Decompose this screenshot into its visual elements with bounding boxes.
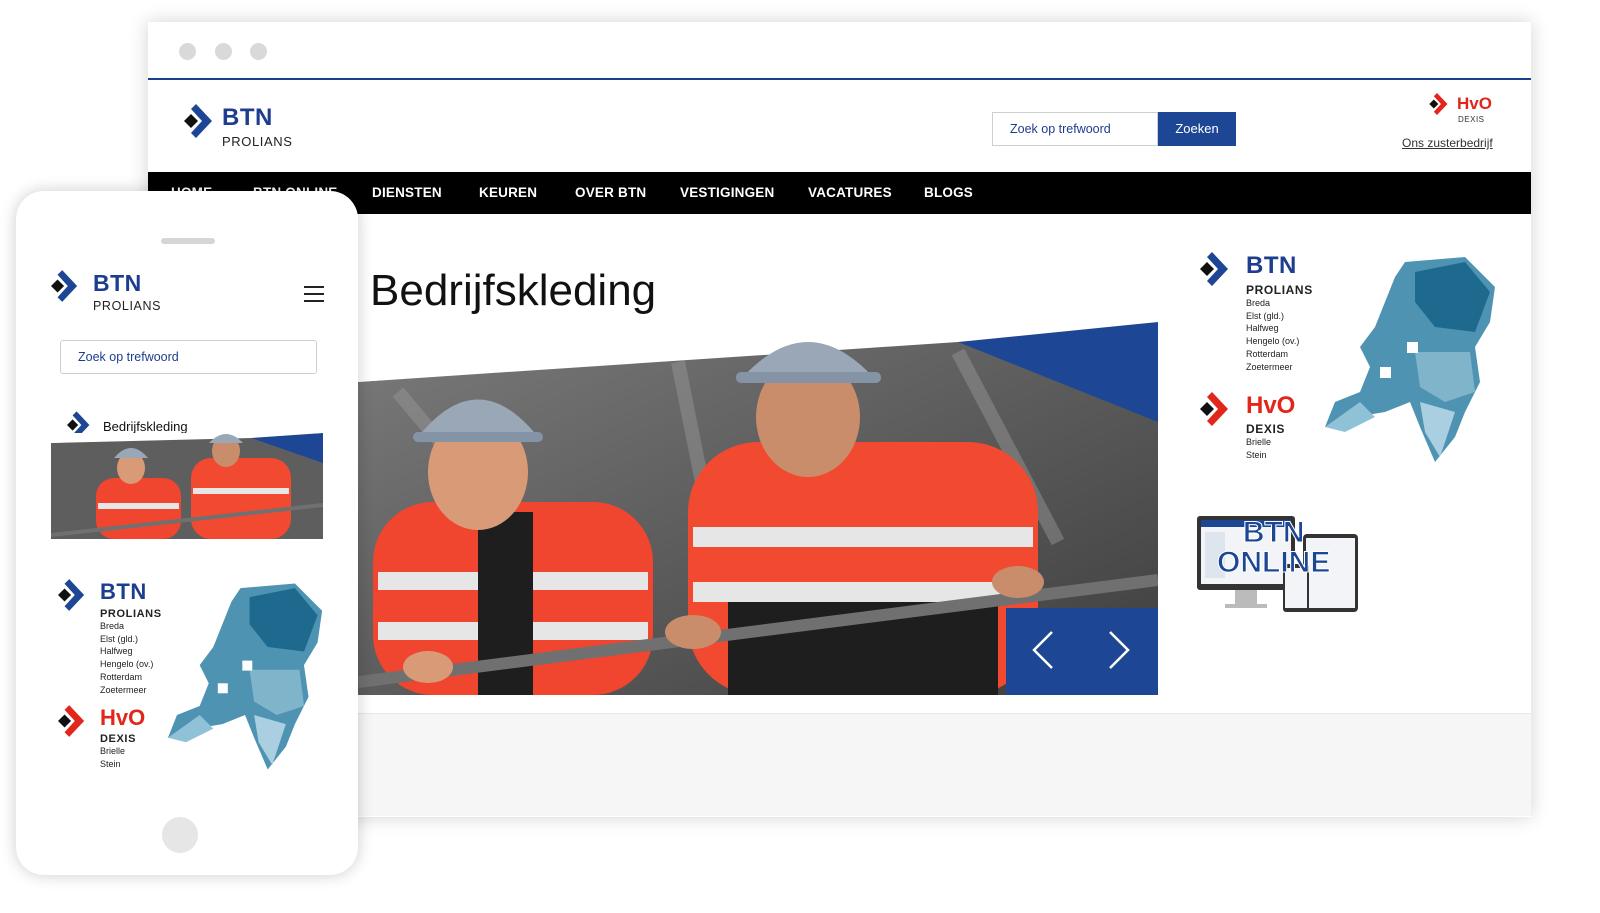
location-item: Brielle <box>100 746 126 756</box>
mobile-map-hvo-name: HvO <box>100 705 146 730</box>
map-hvo-sub: DEXIS <box>1246 422 1286 436</box>
location-item: Zoetermeer <box>1246 361 1293 372</box>
btn-chevron-logo-icon <box>58 579 85 611</box>
nav-item-vestigingen[interactable]: VESTIGINGEN <box>680 185 774 200</box>
nav-item-over-btn[interactable]: OVER BTN <box>575 185 646 200</box>
site-header: BTN PROLIANS Zoek op trefwoord Zoeken Hv… <box>148 80 1531 172</box>
mobile-map-btn-sub: PROLIANS <box>100 608 162 620</box>
chevron-right-icon[interactable] <box>1108 630 1130 670</box>
mobile-logo-brand-sub: PROLIANS <box>93 299 162 313</box>
location-item: Hengelo (ov.) <box>100 659 154 670</box>
logo-brand-sub: PROLIANS <box>222 134 293 149</box>
btn-chevron-logo-icon <box>1200 252 1228 286</box>
map-hvo-name: HvO <box>1246 392 1296 419</box>
nav-item-blogs[interactable]: BLOGS <box>924 185 973 200</box>
chevron-left-icon[interactable] <box>1032 630 1054 670</box>
btn-chevron-logo-icon <box>184 104 212 138</box>
btn-online-line2: ONLINE <box>1216 546 1331 579</box>
search-button[interactable]: Zoeken <box>1158 112 1236 146</box>
logo-brand-name: BTN <box>222 104 273 131</box>
mobile-phone-mockup: BTN PROLIANS Zoek op trefwoord Bedrijfsk… <box>16 191 358 875</box>
btn-online-label: BTN ONLINE <box>1216 516 1331 579</box>
window-close-dot[interactable] <box>179 43 196 60</box>
location-item: Elst (gld.) <box>100 633 139 644</box>
location-item: Stein <box>100 758 121 769</box>
sister-company-link[interactable]: Ons zusterbedrijf <box>1402 136 1493 150</box>
mobile-search-input[interactable]: Zoek op trefwoord <box>60 340 317 374</box>
page-title: Bedrijfskleding <box>370 266 657 315</box>
btn-online-promo[interactable]: BTN ONLINE <box>1195 514 1360 619</box>
carousel-controls <box>1006 608 1158 695</box>
map-btn-branch: BTN PROLIANS Breda Elst (gld.) Halfweg H… <box>1200 252 1313 373</box>
location-item: Elst (gld.) <box>1246 310 1285 321</box>
browser-chrome <box>148 22 1531 80</box>
location-item: Rotterdam <box>100 671 143 682</box>
location-item: Zoetermeer <box>100 684 147 695</box>
mobile-page-title: Bedrijfskleding <box>103 419 188 434</box>
locations-map-promo[interactable]: BTN PROLIANS Breda Elst (gld.) Halfweg H… <box>1200 252 1500 482</box>
mobile-hero-image-workers <box>51 433 323 539</box>
netherlands-map-icon <box>167 583 323 770</box>
location-item: Halfweg <box>100 646 133 657</box>
location-item: Breda <box>100 621 125 631</box>
map-btn-sub: PROLIANS <box>1246 283 1313 297</box>
location-item: Hengelo (ov.) <box>1246 336 1300 347</box>
window-maximize-dot[interactable] <box>250 43 267 60</box>
nav-item-keuren[interactable]: KEUREN <box>479 185 537 200</box>
hvo-brand-name: HvO <box>1457 94 1492 113</box>
hvo-chevron-logo-icon <box>58 705 85 737</box>
search-input[interactable]: Zoek op trefwoord <box>992 112 1158 146</box>
nav-item-vacatures[interactable]: VACATURES <box>808 185 892 200</box>
mobile-map-hvo-sub: DEXIS <box>100 733 137 745</box>
hvo-dexis-logo[interactable]: HvO DEXIS <box>1428 93 1492 124</box>
mockup-stage: BTN PROLIANS Zoek op trefwoord Zoeken Hv… <box>0 0 1600 913</box>
phone-speaker <box>161 238 215 244</box>
mobile-map-hvo-branch: HvO DEXIS Brielle Stein <box>58 705 145 770</box>
location-item: Stein <box>1246 449 1267 460</box>
hvo-chevron-logo-icon <box>1200 392 1228 426</box>
map-btn-name: BTN <box>1246 252 1297 279</box>
location-item: Halfweg <box>1246 323 1279 334</box>
mobile-btn-prolians-logo[interactable]: BTN PROLIANS <box>51 270 161 313</box>
btn-chevron-logo-icon <box>51 270 78 302</box>
window-minimize-dot[interactable] <box>215 43 232 60</box>
mobile-logo-brand-name: BTN <box>93 270 142 296</box>
mobile-locations-map-promo[interactable]: BTN PROLIANS Breda Elst (gld.) Halfweg H… <box>58 579 328 779</box>
hamburger-menu-icon[interactable] <box>304 286 324 307</box>
netherlands-map-icon <box>1325 257 1495 462</box>
mobile-map-btn-name: BTN <box>100 579 147 604</box>
hvo-brand-sub: DEXIS <box>1458 115 1485 124</box>
location-item: Breda <box>1246 298 1271 308</box>
btn-online-line1: BTN <box>1242 516 1305 549</box>
btn-prolians-logo[interactable]: BTN PROLIANS <box>184 104 293 149</box>
nav-item-diensten[interactable]: DIENSTEN <box>372 185 442 200</box>
phone-home-button[interactable] <box>162 817 198 853</box>
hvo-chevron-logo-icon <box>1429 93 1448 115</box>
map-hvo-branch: HvO DEXIS Brielle Stein <box>1200 392 1295 461</box>
location-item: Brielle <box>1246 437 1272 447</box>
location-item: Rotterdam <box>1246 348 1289 359</box>
mobile-map-btn-branch: BTN PROLIANS Breda Elst (gld.) Halfweg H… <box>58 579 162 696</box>
